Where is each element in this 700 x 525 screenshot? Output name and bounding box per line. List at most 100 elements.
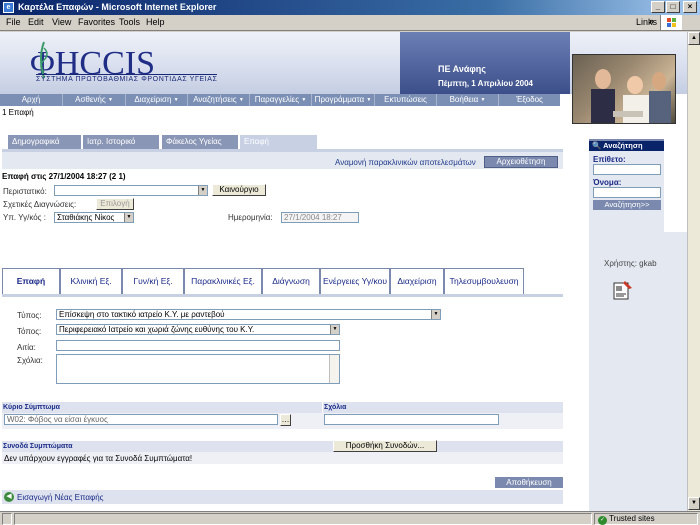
nav-prints[interactable]: Εκτυπώσεις bbox=[375, 94, 437, 106]
dropdown-arrow-icon: ▼ bbox=[107, 97, 113, 103]
window-title: Καρτέλα Επαφών - Microsoft Internet Expl… bbox=[18, 2, 217, 12]
subtab-clinical-exam[interactable]: Κλινική Εξ. bbox=[60, 268, 122, 294]
dropdown-arrow-icon: ▼ bbox=[366, 97, 372, 103]
page-scrollbar[interactable]: ▲ ▼ bbox=[687, 32, 700, 511]
subtab-underline bbox=[2, 294, 563, 297]
new-contact-link[interactable]: Εισαγωγή Νέας Επαφής bbox=[17, 493, 104, 502]
dropdown-arrow-icon: ▼ bbox=[173, 97, 179, 103]
maximize-button[interactable]: □ bbox=[666, 1, 680, 13]
statusbar: ✓ Trusted sites bbox=[0, 511, 700, 525]
select-diagnosis-button[interactable]: Επιλογή bbox=[96, 198, 134, 210]
user-code: Χρήστης: gkab bbox=[604, 259, 657, 268]
minimize-button[interactable]: _ bbox=[651, 1, 665, 13]
name-input[interactable] bbox=[593, 187, 661, 198]
subtab-management[interactable]: Διαχείριση bbox=[390, 268, 444, 294]
physician-select[interactable]: Σταθιάκης Νίκος ▼ bbox=[54, 212, 134, 223]
user-card-icon[interactable] bbox=[613, 279, 633, 301]
user-name: ΠΕ Ανάφης bbox=[438, 64, 486, 74]
type-select[interactable]: Επίσκεψη στο τακτικό ιατρείο Κ.Υ. με ραν… bbox=[56, 309, 441, 320]
symptom-lookup-button[interactable]: … bbox=[280, 414, 291, 426]
dropdown-arrow-icon: ▼ bbox=[238, 97, 244, 103]
menu-view[interactable]: View bbox=[52, 17, 71, 27]
tab-contact[interactable]: Επαφή bbox=[240, 135, 317, 149]
tab-demographics[interactable]: Δημογραφικά bbox=[8, 135, 81, 149]
dropdown-arrow-icon: ▼ bbox=[330, 325, 339, 334]
nav-help[interactable]: Βοήθεια ▼ bbox=[437, 94, 499, 106]
dropdown-arrow-icon: ▼ bbox=[431, 310, 440, 319]
page-icon bbox=[2, 513, 12, 525]
subtab-paraclinical-exams[interactable]: Παρακλινικές Εξ. bbox=[184, 268, 262, 294]
menu-edit[interactable]: Edit bbox=[28, 17, 44, 27]
comments-label: Σχόλια: bbox=[17, 356, 43, 365]
subtab-diagnosis[interactable]: Διάγνωση bbox=[262, 268, 320, 294]
archive-button[interactable]: Αρχειοθέτηση bbox=[484, 156, 558, 168]
main-nav: Αρχή Ασθενής ▼ Διαχείριση ▼ Αναζητήσεις … bbox=[0, 94, 560, 106]
nav-management[interactable]: Διαχείριση ▼ bbox=[126, 94, 188, 106]
main-symptom-field[interactable]: W02: Φόβος να είσαι έγκυος bbox=[4, 414, 278, 425]
search-panel-title: 🔍 Αναζήτηση bbox=[589, 141, 664, 151]
symptom-comments-header: Σχόλια bbox=[323, 402, 563, 413]
search-button[interactable]: Αναζήτηση>> bbox=[593, 200, 661, 210]
surname-input[interactable] bbox=[593, 164, 661, 175]
arrow-left-icon[interactable]: ◀ bbox=[4, 492, 14, 502]
incident-label: Περιστατικό: bbox=[3, 187, 47, 196]
related-diagnoses-label: Σχετικές Διαγνώσεις: bbox=[3, 200, 77, 209]
security-zone: ✓ Trusted sites bbox=[594, 513, 698, 525]
incident-select[interactable]: ▼ bbox=[54, 185, 208, 196]
co-symptoms-empty-text: Δεν υπάρχουν εγγραφές για τα Συνοδά Συμπ… bbox=[4, 454, 193, 463]
tab-medical-history[interactable]: Ιατρ. Ιστορικό bbox=[83, 135, 159, 149]
close-button[interactable]: × bbox=[683, 1, 697, 13]
tab-health-record[interactable]: Φάκελος Υγείας bbox=[162, 135, 238, 149]
nav-searches[interactable]: Αναζητήσεις ▼ bbox=[188, 94, 250, 106]
chevron-right-icon[interactable]: » bbox=[649, 16, 654, 26]
nav-exit[interactable]: Έξοδος bbox=[499, 94, 560, 106]
scroll-down-icon[interactable]: ▼ bbox=[688, 497, 700, 510]
subtab-physician-actions[interactable]: Ενέργειες Υγ/κου bbox=[320, 268, 390, 294]
dropdown-arrow-icon: ▼ bbox=[301, 97, 307, 103]
windows-logo-icon bbox=[660, 15, 682, 30]
nav-patient[interactable]: Ασθενής ▼ bbox=[63, 94, 126, 106]
date-label: Ημερομηνία: bbox=[228, 213, 273, 222]
header-photo bbox=[572, 54, 676, 124]
menu-file[interactable]: File bbox=[6, 17, 21, 27]
ie-icon: e bbox=[3, 2, 14, 13]
place-select[interactable]: Περιφερειακό Ιατρείο και χωριά ζώνης ευθ… bbox=[56, 324, 340, 335]
check-icon: ✓ bbox=[598, 516, 607, 525]
type-label: Τύπος: bbox=[17, 311, 42, 320]
new-incident-button[interactable]: Καινούργιο bbox=[212, 184, 266, 196]
date-field[interactable]: 27/1/2004 18:27 bbox=[281, 212, 359, 223]
nav-programs[interactable]: Προγράμματα ▼ bbox=[312, 94, 375, 106]
form-header bbox=[2, 152, 563, 169]
menu-help[interactable]: Help bbox=[146, 17, 165, 27]
subtab-teleconsultation[interactable]: Τηλεσυμβουλευση bbox=[444, 268, 524, 294]
window-titlebar: e Καρτέλα Επαφών - Microsoft Internet Ex… bbox=[0, 0, 700, 15]
scroll-up-icon[interactable]: ▲ bbox=[688, 32, 700, 45]
menu-tools[interactable]: Tools bbox=[119, 17, 140, 27]
reason-input[interactable] bbox=[56, 340, 340, 351]
nav-orders[interactable]: Παραγγελίες ▼ bbox=[250, 94, 312, 106]
subtab-contact[interactable]: Επαφή bbox=[2, 268, 60, 294]
dropdown-arrow-icon: ▼ bbox=[198, 186, 207, 195]
search-icon: 🔍 bbox=[592, 141, 602, 150]
symptom-comments-input[interactable] bbox=[324, 414, 499, 425]
dropdown-arrow-icon: ▼ bbox=[124, 213, 133, 222]
menubar: File Edit View Favorites Tools Help Link… bbox=[0, 15, 700, 31]
nav-home[interactable]: Αρχή bbox=[0, 94, 63, 106]
add-co-symptoms-button[interactable]: Προσθήκη Συνοδών... bbox=[333, 440, 437, 452]
breadcrumb[interactable]: 1 Επαφή bbox=[2, 108, 34, 117]
co-symptoms-header: Συνοδά Συμπτώματα bbox=[2, 441, 563, 452]
comments-textarea[interactable] bbox=[56, 354, 340, 384]
logo-subtitle: ΣΥΣΤΗΜΑ ΠΡΩΤΟΒΑΘΜΙΑΣ ΦΡΟΝΤΙΔΑΣ ΥΓΕΙΑΣ bbox=[36, 74, 218, 83]
place-label: Τόπος: bbox=[17, 327, 42, 336]
subtab-gyn-exam[interactable]: Γυν/κή Εξ. bbox=[122, 268, 184, 294]
current-date: Πέμπτη, 1 Απριλίου 2004 bbox=[438, 79, 533, 88]
reason-label: Αιτία: bbox=[17, 343, 36, 352]
dropdown-arrow-icon: ▼ bbox=[480, 97, 486, 103]
save-button[interactable]: Αποθήκευση bbox=[495, 477, 563, 488]
pending-results-label: Αναμονή παρακλινικών αποτελεσμάτων bbox=[335, 158, 476, 167]
menu-favorites[interactable]: Favorites bbox=[78, 17, 115, 27]
surname-label: Επίθετο: bbox=[593, 155, 626, 164]
scrollbar[interactable] bbox=[329, 355, 339, 383]
name-label: Όνομα: bbox=[593, 178, 622, 187]
event-title: Επαφή στις 27/1/2004 18:27 (2 1) bbox=[2, 172, 126, 181]
